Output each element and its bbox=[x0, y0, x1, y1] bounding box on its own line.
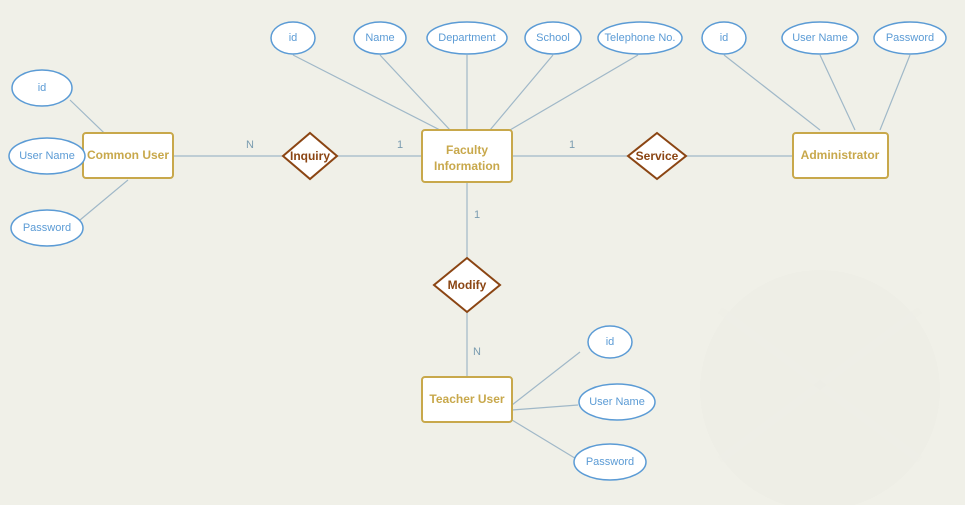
teacher-user-label: Teacher User bbox=[429, 392, 504, 406]
attr-fi-name-label: Name bbox=[365, 32, 394, 44]
attr-tu-username-label: User Name bbox=[589, 396, 645, 408]
line-tu-password bbox=[512, 420, 578, 460]
administrator-label: Administrator bbox=[801, 148, 880, 162]
attr-ad-id-label: id bbox=[720, 32, 729, 44]
attr-cu-username-label: User Name bbox=[19, 150, 75, 162]
attr-fi-dept-label: Department bbox=[438, 32, 495, 44]
card-n-modify-teacher: N bbox=[473, 346, 481, 358]
faculty-info-label-line1: Faculty bbox=[446, 143, 488, 157]
attr-ad-password-label: Password bbox=[886, 32, 934, 44]
service-label: Service bbox=[636, 149, 679, 163]
attr-tu-password-label: Password bbox=[586, 456, 634, 468]
line-fi-name bbox=[380, 55, 450, 130]
line-fi-tel bbox=[510, 55, 638, 130]
er-diagram: N 1 1 1 N Common User Faculty Informatio… bbox=[0, 0, 965, 505]
inquiry-label: Inquiry bbox=[290, 149, 330, 163]
card-n-inquiry: N bbox=[246, 139, 254, 151]
line-ad-id bbox=[724, 55, 820, 130]
attr-tu-id-label: id bbox=[606, 336, 615, 348]
attr-cu-id-label: id bbox=[38, 82, 47, 94]
card-1-inquiry-fi: 1 bbox=[397, 139, 403, 151]
card-1-fi-modify: 1 bbox=[474, 209, 480, 221]
faculty-info-label-line2: Information bbox=[434, 159, 500, 173]
attr-fi-school-label: School bbox=[536, 32, 570, 44]
modify-label: Modify bbox=[448, 278, 487, 292]
line-fi-school bbox=[490, 55, 553, 130]
line-ad-password bbox=[880, 55, 910, 130]
line-tu-id bbox=[512, 352, 580, 405]
line-fi-id bbox=[293, 55, 440, 130]
attr-cu-password-label: Password bbox=[23, 222, 71, 234]
line-cu-password bbox=[80, 180, 128, 220]
line-ad-username bbox=[820, 55, 855, 130]
attr-fi-id-label: id bbox=[289, 32, 298, 44]
attr-ad-username-label: User Name bbox=[792, 32, 848, 44]
attr-fi-tel-label: Telephone No. bbox=[605, 32, 676, 44]
card-1-fi-service: 1 bbox=[569, 139, 575, 151]
line-tu-username bbox=[512, 405, 578, 410]
common-user-label: Common User bbox=[87, 148, 169, 162]
